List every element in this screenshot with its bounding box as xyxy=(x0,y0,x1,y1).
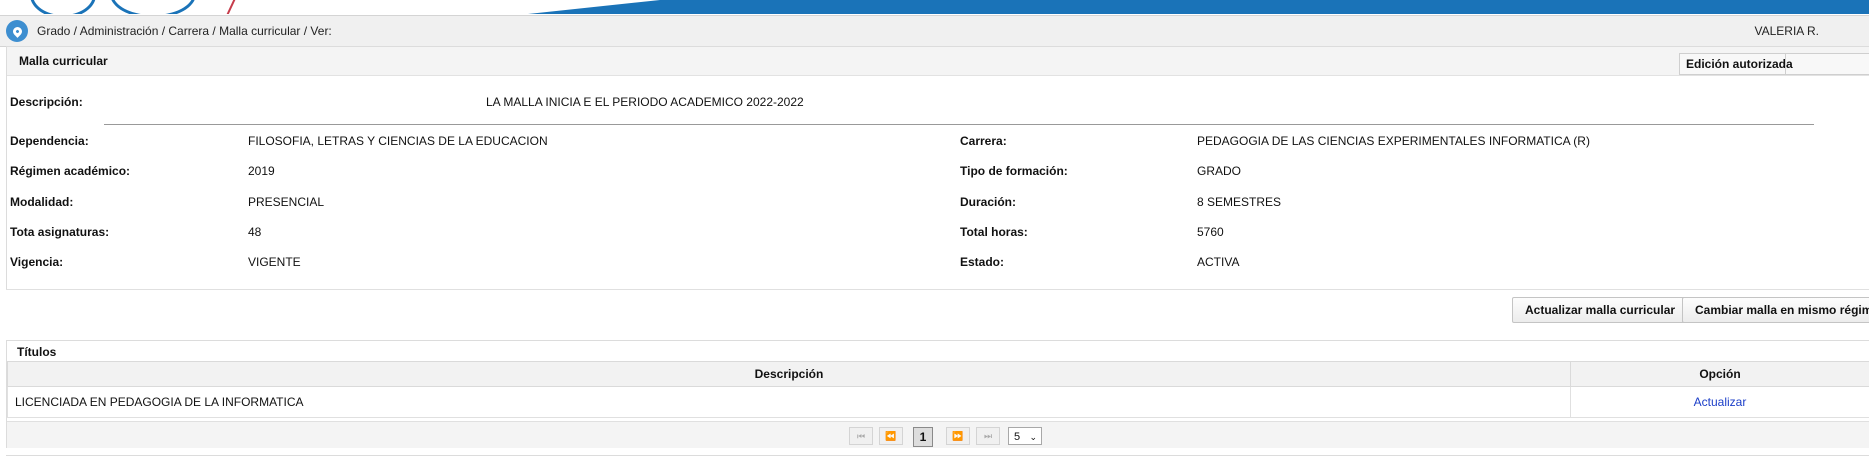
location-pin-icon xyxy=(6,20,28,42)
divider xyxy=(104,124,1814,125)
edicion-label: Edición autorizada xyxy=(1686,57,1793,71)
titulos-panel: Títulos Descripción Opción LICENCIADA EN… xyxy=(6,340,1869,448)
panel-header: Malla curricular Edición autorizada xyxy=(7,47,1869,76)
breadcrumb-bar: Grado / Administración / Carrera / Malla… xyxy=(0,15,1869,47)
first-page-button[interactable]: ⏮ xyxy=(849,427,873,445)
column-header-opcion[interactable]: Opción xyxy=(1570,361,1869,387)
field-value: 2019 xyxy=(248,164,275,178)
page-size-select[interactable]: 5 ⌄ xyxy=(1008,427,1042,445)
change-malla-button[interactable]: Cambiar malla en mismo régimen xyxy=(1682,297,1869,323)
update-malla-button[interactable]: Actualizar malla curricular xyxy=(1512,297,1689,323)
field-value: 5760 xyxy=(1197,225,1224,239)
user-name[interactable]: VALERIA R. xyxy=(1755,24,1819,38)
prev-page-button[interactable]: ⏪ xyxy=(879,427,903,445)
field-label: Dependencia: xyxy=(10,134,89,148)
field-label: Tipo de formación: xyxy=(960,164,1068,178)
field-value: PRESENCIAL xyxy=(248,195,325,209)
field-value: ACTIVA xyxy=(1197,255,1240,269)
field-label: Duración: xyxy=(960,195,1017,209)
last-page-button[interactable]: ⏭ xyxy=(976,427,1000,445)
field-value: GRADO xyxy=(1197,164,1242,178)
chevron-down-icon: ⌄ xyxy=(1029,432,1037,442)
cell-descripcion: LICENCIADA EN PEDAGOGIA DE LA INFORMATIC… xyxy=(7,386,1571,418)
titulos-title: Títulos xyxy=(17,345,57,359)
panel-title: Malla curricular xyxy=(19,54,108,68)
breadcrumb: Grado / Administración / Carrera / Malla… xyxy=(37,24,332,38)
current-page[interactable]: 1 xyxy=(913,427,933,447)
field-value: VIGENTE xyxy=(248,255,301,269)
table-row: LICENCIADA EN PEDAGOGIA DE LA INFORMATIC… xyxy=(7,386,1869,418)
paginator: ⏮ ⏪ 1 ⏩ ⏭ 5 ⌄ xyxy=(7,421,1869,448)
banner-wedge xyxy=(330,0,660,14)
field-label: Estado: xyxy=(960,255,1005,269)
field-label: Vigencia: xyxy=(10,255,64,269)
descripcion-label: Descripción: xyxy=(10,95,83,109)
page-size-value: 5 xyxy=(1014,431,1021,443)
edicion-autorizada-toggle[interactable]: Edición autorizada xyxy=(1679,53,1869,75)
field-value: PEDAGOGIA DE LAS CIENCIAS EXPERIMENTALES… xyxy=(1197,134,1590,148)
next-page-button[interactable]: ⏩ xyxy=(946,427,970,445)
field-label: Total horas: xyxy=(960,225,1028,239)
malla-curricular-panel: Malla curricular Edición autorizada xyxy=(6,46,1869,290)
titulos-table: Descripción Opción LICENCIADA EN PEDAGOG… xyxy=(7,361,1869,418)
column-header-descripcion[interactable]: Descripción xyxy=(7,361,1571,387)
divider xyxy=(6,289,1869,290)
descripcion-value: LA MALLA INICIA E EL PERIODO ACADEMICO 2… xyxy=(486,95,804,109)
header-banner xyxy=(0,0,1869,14)
field-label: Carrera: xyxy=(960,134,1007,148)
divider xyxy=(6,455,1869,456)
actualizar-link[interactable]: Actualizar xyxy=(1694,395,1747,409)
field-label: Tota asignaturas: xyxy=(10,225,110,239)
field-value: FILOSOFIA, LETRAS Y CIENCIAS DE LA EDUCA… xyxy=(248,134,548,148)
field-label: Modalidad: xyxy=(10,195,74,209)
field-value: 48 xyxy=(248,225,262,239)
field-label: Régimen académico: xyxy=(10,164,131,178)
field-value: 8 SEMESTRES xyxy=(1197,195,1282,209)
